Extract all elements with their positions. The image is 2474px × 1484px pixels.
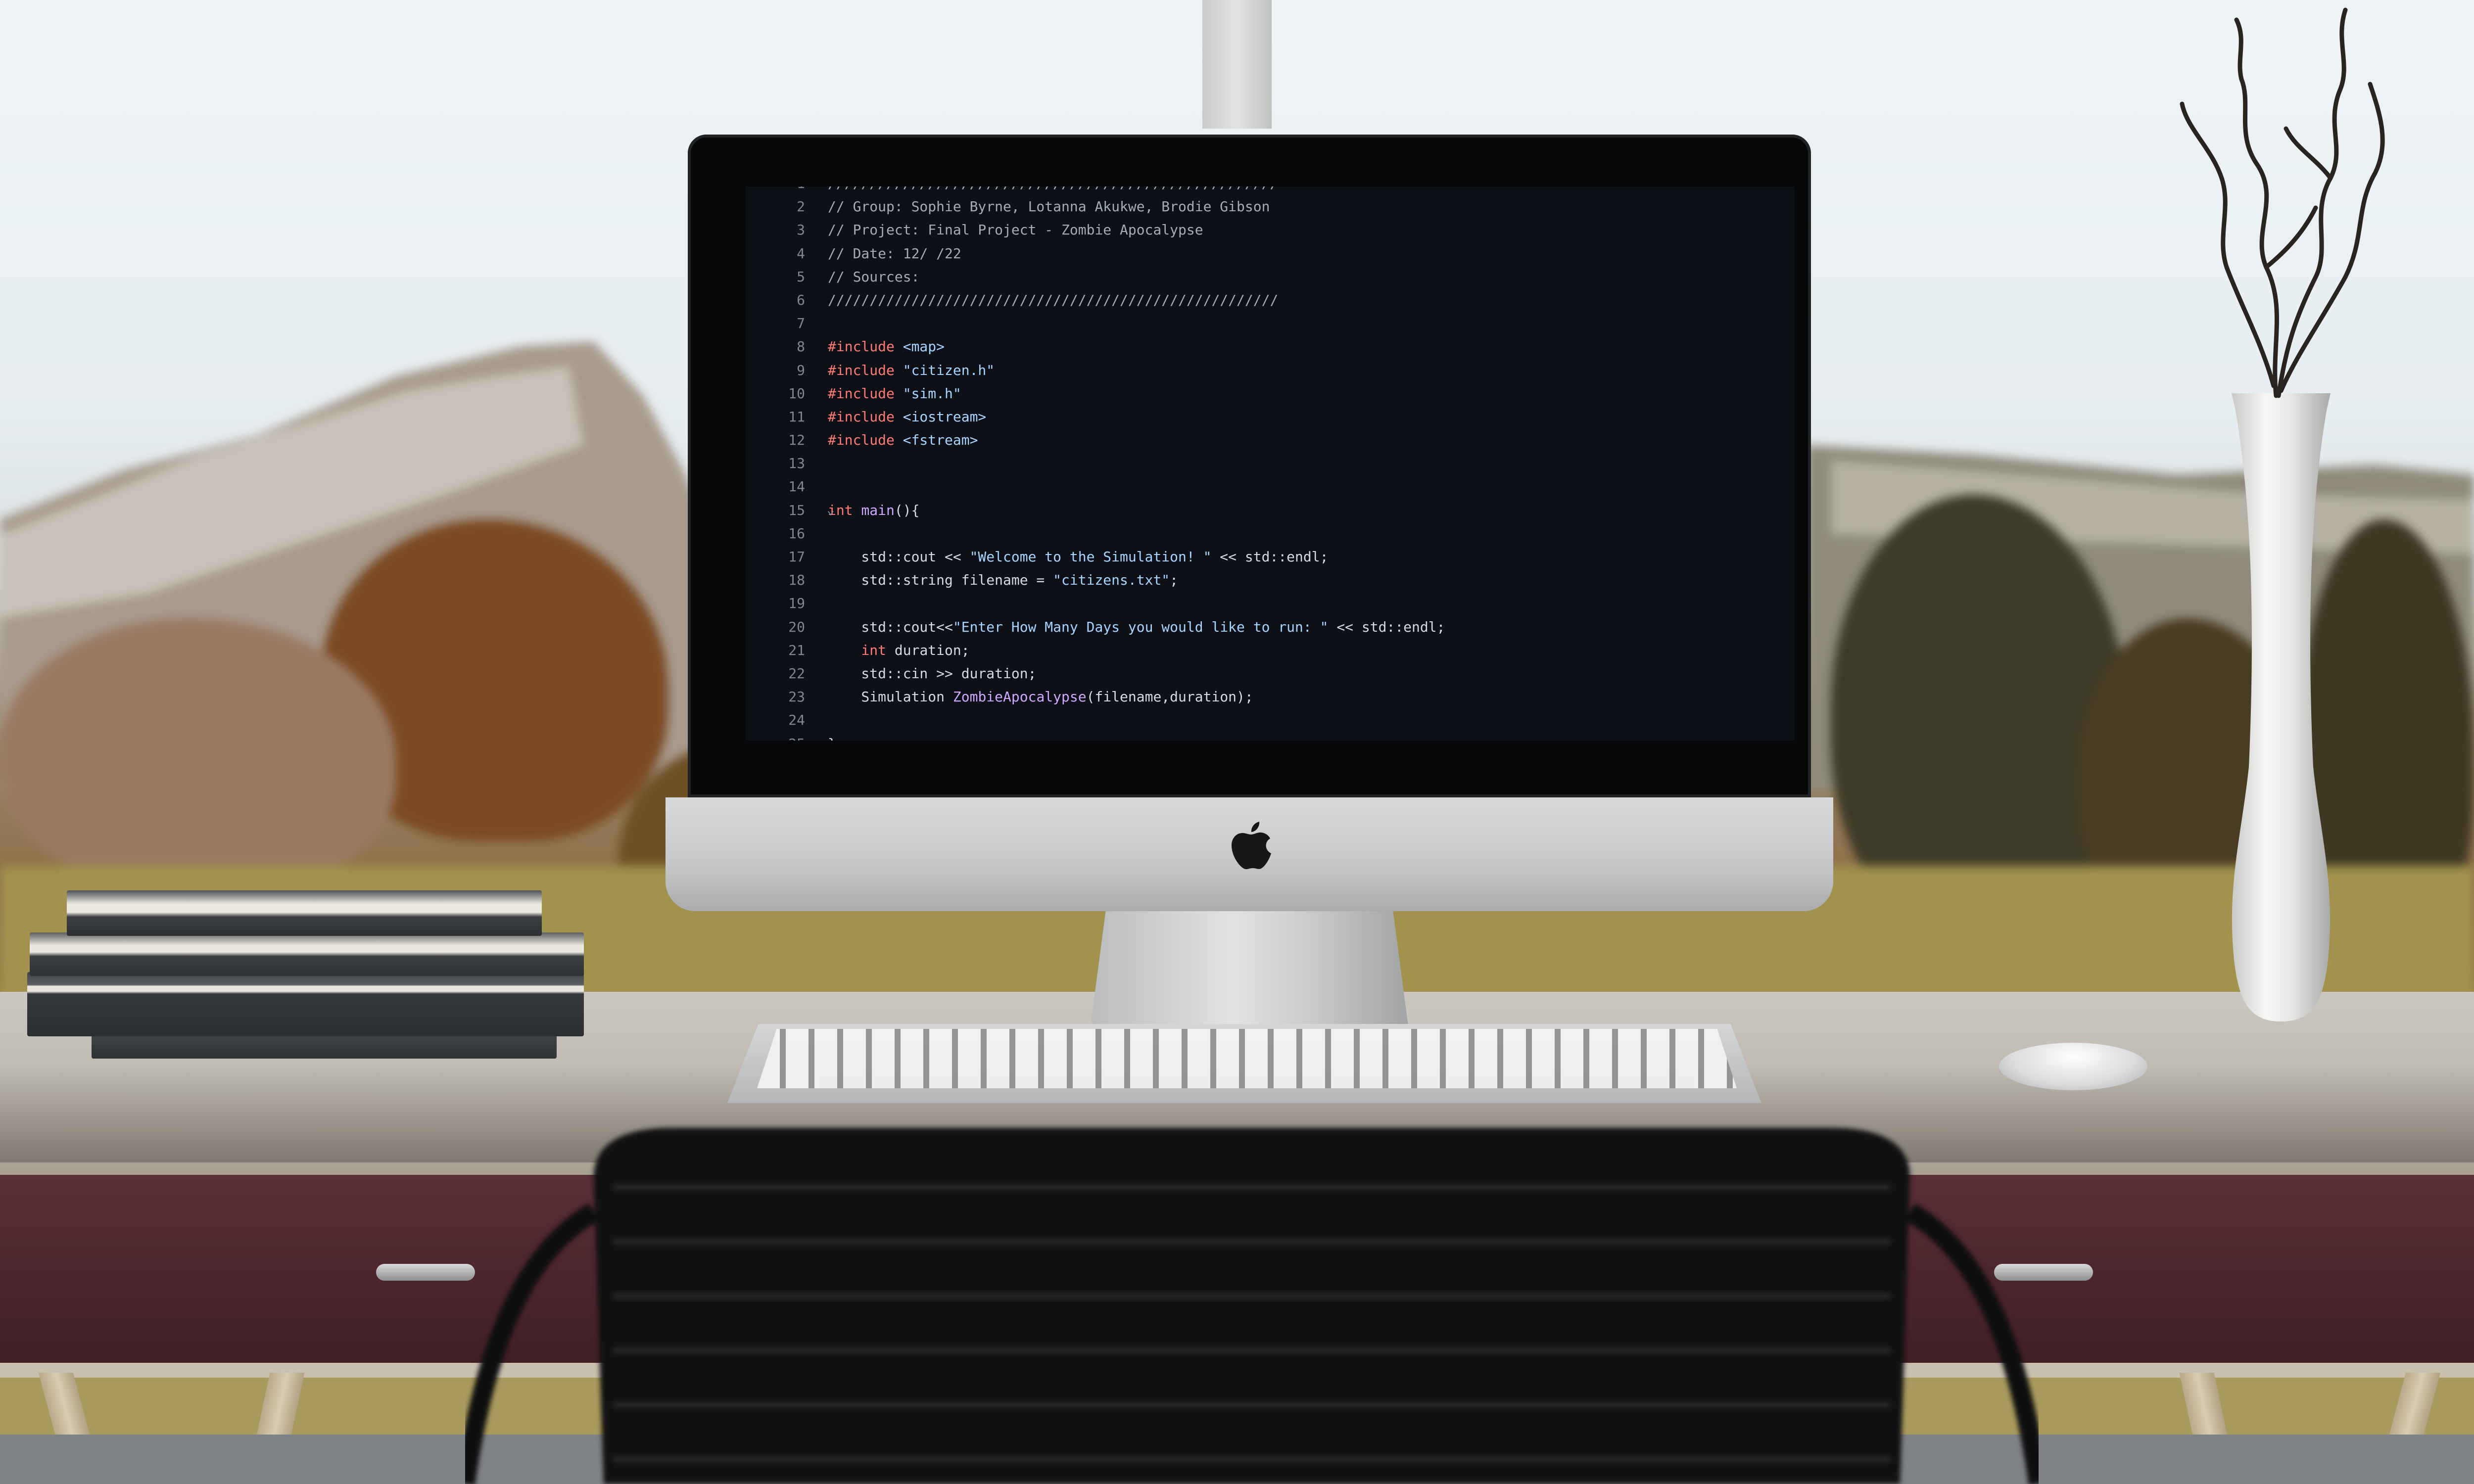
line-number: 11 xyxy=(788,408,805,425)
imac-computer: 1///////////////////////////////////////… xyxy=(666,135,1833,1060)
code-line[interactable]: 21 int duration; xyxy=(746,639,1795,662)
line-number: 9 xyxy=(797,362,805,378)
apple-logo-icon xyxy=(1232,822,1271,870)
line-number: 17 xyxy=(788,549,805,565)
code-line[interactable]: 5 // Sources: xyxy=(746,265,1795,288)
code-line[interactable]: 22 std::cin >> duration; xyxy=(746,662,1795,685)
monitor-chin xyxy=(666,797,1833,911)
code-line[interactable]: 1///////////////////////////////////////… xyxy=(746,186,1795,195)
drawer-handle-left xyxy=(376,1264,475,1281)
line-number: 8 xyxy=(797,338,805,355)
line-number: 4 xyxy=(797,245,805,262)
book xyxy=(67,890,542,936)
code-line[interactable]: 17 std::cout << "Welcome to the Simulati… xyxy=(746,545,1795,568)
keyboard-keys xyxy=(757,1029,1737,1088)
code-line[interactable]: 10 #include "sim.h" xyxy=(746,382,1795,405)
line-number: 19 xyxy=(788,595,805,612)
code-line[interactable]: 18 std::string filename = "citizens.txt"… xyxy=(746,568,1795,592)
code-text: #include "citizen.h" xyxy=(828,362,995,378)
chevron-down-icon[interactable]: ⌄ xyxy=(827,499,835,522)
line-number: 1 xyxy=(746,186,818,195)
code-text: // Date: 12/ /22 xyxy=(828,245,961,262)
line-number: 13 xyxy=(788,455,805,472)
line-number: 21 xyxy=(788,642,805,658)
line-number: 2 xyxy=(797,198,805,215)
line-number: 24 xyxy=(788,712,805,729)
code-text: int duration; xyxy=(861,642,970,658)
code-text: // Group: Sophie Byrne, Lotanna Akukwe, … xyxy=(828,198,1270,215)
code-text: // Sources: xyxy=(828,268,920,285)
code-line[interactable]: 25} xyxy=(746,732,1795,741)
line-number: 7 xyxy=(797,315,805,332)
code-line[interactable]: 24 xyxy=(746,708,1795,732)
line-number: 6 xyxy=(797,291,805,308)
code-text: Simulation ZombieApocalypse(filename,dur… xyxy=(828,689,1253,705)
code-line[interactable]: 19 xyxy=(746,592,1795,615)
monitor-bezel: 1///////////////////////////////////////… xyxy=(688,135,1811,797)
line-number: 25 xyxy=(746,732,818,741)
book xyxy=(27,972,584,1036)
code-text: } xyxy=(818,732,836,741)
code-line[interactable]: 11 #include <iostream> xyxy=(746,405,1795,428)
code-text: ////////////////////////////////////////… xyxy=(818,186,1278,195)
code-line[interactable]: 3 // Project: Final Project - Zombie Apoc… xyxy=(746,218,1795,241)
dried-branches xyxy=(2180,7,2385,398)
code-text: #include "sim.h" xyxy=(828,385,961,402)
line-number: 23 xyxy=(788,689,805,705)
code-line[interactable]: 23 Simulation ZombieApocalypse(filename,… xyxy=(746,685,1795,708)
line-number: 15 xyxy=(788,502,805,518)
code-text: #include <fstream> xyxy=(828,432,978,449)
code-line[interactable]: 6 ///////////////////////////////////////… xyxy=(746,288,1795,312)
code-text: #include <iostream> xyxy=(828,408,987,425)
line-number: 10 xyxy=(788,385,805,402)
code-line[interactable]: 2 // Group: Sophie Byrne, Lotanna Akukwe,… xyxy=(746,195,1795,218)
code-line[interactable]: 9 #include "citizen.h" xyxy=(746,359,1795,382)
code-text: #include <map> xyxy=(828,338,945,355)
line-number: 16 xyxy=(788,525,805,542)
line-number: 12 xyxy=(788,432,805,449)
book xyxy=(30,932,584,976)
code-text: std::cout << "Welcome to the Simulation!… xyxy=(828,549,1329,565)
line-number: 18 xyxy=(788,572,805,589)
office-chair xyxy=(465,1128,2039,1484)
code-line[interactable]: 7 xyxy=(746,312,1795,335)
desk-scene: 1///////////////////////////////////////… xyxy=(0,0,2474,1484)
line-number: 5 xyxy=(797,268,805,285)
code-line[interactable]: 20 std::cout<<"Enter How Many Days you w… xyxy=(746,615,1795,639)
code-line[interactable]: 12 #include <fstream> xyxy=(746,428,1795,452)
code-line[interactable]: 8 #include <map> xyxy=(746,335,1795,358)
line-number: 22 xyxy=(788,665,805,682)
line-number: 14 xyxy=(788,478,805,495)
magic-mouse xyxy=(1999,1043,2147,1090)
code-text: ////////////////////////////////////////… xyxy=(828,291,1279,308)
code-editor-screen[interactable]: 1///////////////////////////////////////… xyxy=(746,186,1795,741)
line-number: 20 xyxy=(788,618,805,635)
code-line[interactable]: 4 // Date: 12/ /22 xyxy=(746,242,1795,265)
code-line[interactable]: 15 ⌄ int main(){ xyxy=(746,499,1795,522)
line-number: 3 xyxy=(797,222,805,238)
code-text: std::cout<<"Enter How Many Days you woul… xyxy=(828,618,1445,635)
code-line[interactable]: 14 xyxy=(746,475,1795,498)
code-text: std::string filename = "citizens.txt"; xyxy=(828,572,1179,589)
code-text: std::cin >> duration; xyxy=(828,665,1037,682)
white-vase xyxy=(2232,393,2331,1021)
code-text: // Project: Final Project - Zombie Apoca… xyxy=(828,222,1203,238)
code-line[interactable]: 16 xyxy=(746,522,1795,545)
code-listing: 1///////////////////////////////////////… xyxy=(746,186,1795,741)
code-line[interactable]: 13 xyxy=(746,452,1795,475)
window-mullion xyxy=(1202,0,1272,129)
